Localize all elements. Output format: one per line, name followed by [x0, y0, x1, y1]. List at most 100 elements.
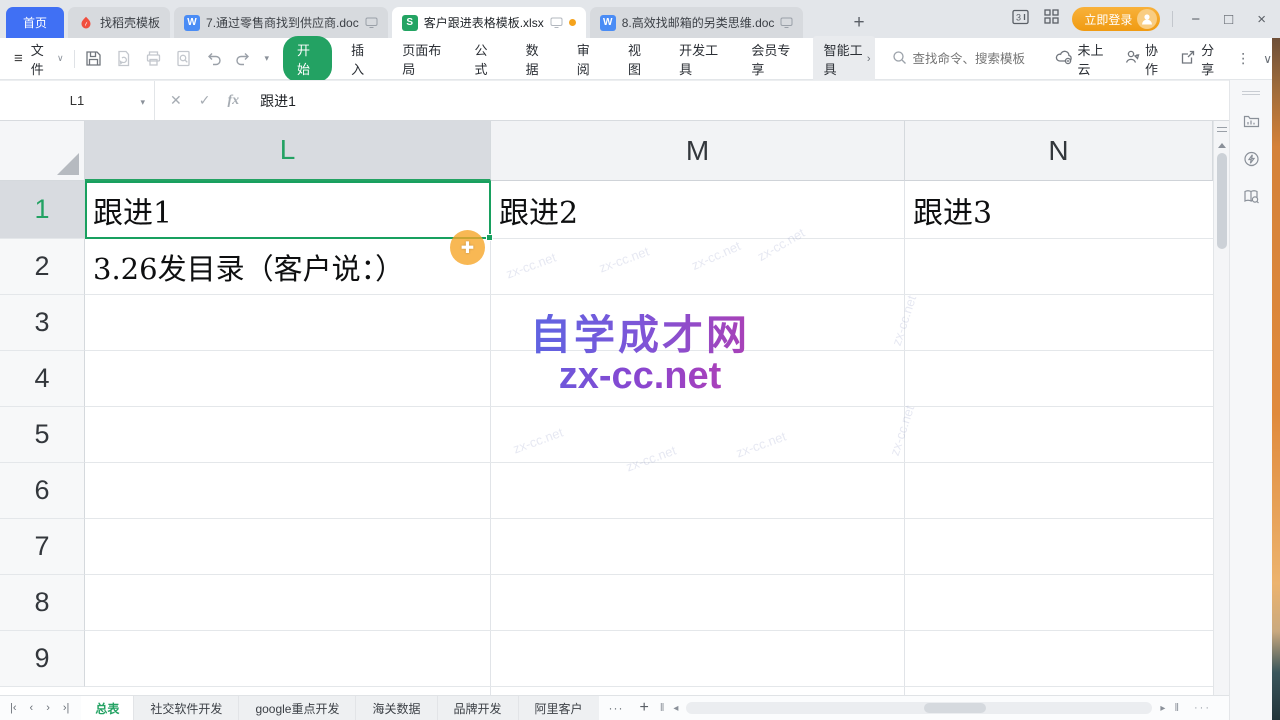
split-handle[interactable] [1217, 127, 1227, 132]
cell-M1[interactable]: 跟进2 [499, 181, 578, 239]
sheet-nav-next-icon[interactable]: › [46, 702, 50, 714]
scrollbar-grip-icon[interactable]: ‖ [1169, 702, 1184, 714]
sheet-nav-last-icon[interactable]: ›| [63, 702, 70, 714]
cloud-status[interactable]: 未上云 [1055, 40, 1111, 78]
ribbon-tab-member[interactable]: 会员专享 [740, 36, 804, 82]
ribbon-tab-dev-tools[interactable]: 开发工具 [668, 36, 732, 82]
vertical-scroll-thumb[interactable] [1217, 153, 1227, 249]
more-options-icon[interactable]: ⋮ [1236, 50, 1251, 67]
sidebar-divider [1242, 91, 1260, 95]
chart-tools-icon[interactable] [1242, 112, 1261, 131]
column-header-N[interactable]: N [905, 121, 1213, 181]
ribbon-tab-view[interactable]: 视图 [617, 36, 660, 82]
ribbon-tab-smart-tools[interactable]: 智能工具 › [813, 36, 876, 82]
tab-doc-email[interactable]: W 8.高效找邮箱的另类思维.doc [590, 7, 804, 38]
name-box-dropdown-icon[interactable]: ▾ [140, 97, 145, 108]
close-button[interactable]: × [1251, 11, 1272, 28]
app-grid-icon[interactable] [1043, 8, 1060, 30]
ribbon-tab-review[interactable]: 审阅 [566, 36, 609, 82]
sheet-tab-alibaba[interactable]: 阿里客户 [518, 696, 599, 720]
save-icon[interactable] [84, 49, 103, 68]
vertical-scrollbar[interactable] [1213, 121, 1229, 695]
collaborate-button[interactable]: 协作 [1124, 40, 1166, 78]
row-header-8[interactable]: 8 [0, 575, 85, 631]
minimize-button[interactable]: − [1185, 11, 1206, 28]
sheet-tab-google[interactable]: google重点开发 [238, 696, 355, 720]
collapse-ribbon-icon[interactable]: ∨ [1263, 52, 1272, 66]
sheet-tab-customs[interactable]: 海关数据 [355, 696, 436, 720]
sheet-tab-brand[interactable]: 品牌开发 [437, 696, 518, 720]
login-button[interactable]: 立即登录 [1072, 7, 1160, 31]
tab-docer-template[interactable]: 找稻壳模板 [68, 7, 170, 38]
scroll-right-icon[interactable]: ▸ [1156, 703, 1169, 714]
column-header-M[interactable]: M [491, 121, 905, 181]
row-header-2[interactable]: 2 [0, 239, 85, 295]
new-tab-button[interactable]: + [845, 7, 872, 38]
formula-confirm-icon[interactable]: ✓ [199, 92, 211, 109]
writer-icon: W [600, 15, 616, 31]
fill-handle[interactable] [486, 234, 493, 241]
row-header-9[interactable]: 9 [0, 631, 85, 687]
smart-assistant-icon[interactable] [1242, 150, 1261, 169]
undo-icon[interactable] [204, 49, 223, 68]
print-icon[interactable] [144, 49, 163, 68]
tab-list-icon[interactable]: 3 [1011, 8, 1031, 31]
insert-function-icon[interactable]: fx [227, 93, 239, 109]
name-box[interactable]: L1 ▾ [0, 81, 155, 120]
watermark-tile: zx-cc.net [755, 225, 808, 264]
ribbon-tab-insert[interactable]: 插入 [340, 36, 383, 82]
row-header-6[interactable]: 6 [0, 463, 85, 519]
sheet-more-icon[interactable]: ··· [599, 701, 634, 715]
ribbon-tab-page-layout[interactable]: 页面布局 [391, 36, 455, 82]
cell-N1[interactable]: 跟进3 [913, 181, 992, 239]
row-header-5[interactable]: 5 [0, 407, 85, 463]
document-search-icon[interactable] [1242, 187, 1261, 206]
search-input[interactable] [913, 52, 1041, 66]
redo-icon[interactable] [234, 49, 253, 68]
horizontal-scrollbar[interactable] [686, 702, 1152, 714]
cell-L2[interactable]: 3.26发目录（客户说：） [93, 239, 404, 295]
sheet-tab-social[interactable]: 社交软件开发 [133, 696, 238, 720]
row-header-4[interactable]: 4 [0, 351, 85, 407]
row-header-3[interactable]: 3 [0, 295, 85, 351]
formula-input[interactable]: 跟进1 [254, 81, 296, 120]
gridline [85, 462, 1213, 463]
command-search[interactable] [892, 50, 1041, 68]
avatar [1137, 9, 1157, 29]
scroll-up-icon[interactable] [1218, 143, 1226, 148]
column-header-L[interactable]: L [85, 121, 491, 181]
toolbar-dropdown-icon[interactable]: ▾ [264, 53, 269, 64]
gridline [85, 406, 1213, 407]
spreadsheet-grid[interactable]: L M N 1 2 3 4 5 6 7 8 9 zx-cc.net zx-cc.… [0, 121, 1213, 695]
ribbon-tab-formulas[interactable]: 公式 [464, 36, 507, 82]
tab-doc-supplier[interactable]: W 7.通过零售商找到供应商.doc [174, 7, 388, 38]
gridline [490, 181, 491, 695]
tab-customer-followup-active[interactable]: S 客户跟进表格模板.xlsx [392, 7, 586, 38]
tab-home[interactable]: 首页 [6, 7, 64, 38]
horizontal-scroll-thumb[interactable] [924, 703, 986, 713]
row-header-7[interactable]: 7 [0, 519, 85, 575]
sheet-nav-first-icon[interactable]: |‹ [10, 702, 17, 714]
scrollbar-grip-icon[interactable]: ‖ [655, 702, 670, 714]
row-header-1[interactable]: 1 [0, 181, 85, 239]
ribbon-tab-data[interactable]: 数据 [515, 36, 558, 82]
person-icon [1124, 49, 1140, 68]
file-menu[interactable]: 文件 ∨ [31, 40, 64, 78]
hamburger-menu-icon[interactable]: ≡ [14, 50, 23, 67]
maximize-button[interactable]: □ [1218, 11, 1239, 28]
active-cell-selection [85, 181, 491, 239]
share-button[interactable]: 分享 [1180, 40, 1222, 78]
ribbon-tab-home[interactable]: 开始 [283, 36, 332, 82]
formula-cancel-icon[interactable]: ✕ [170, 92, 182, 109]
tab-preview-icon [365, 17, 378, 29]
print-preview-icon[interactable] [174, 49, 193, 68]
export-pdf-icon[interactable] [114, 49, 133, 68]
background-window-edge [1272, 38, 1280, 720]
sheet-tab-summary[interactable]: 总表 [81, 696, 133, 720]
sheet-nav-prev-icon[interactable]: ‹ [30, 702, 34, 714]
scroll-left-icon[interactable]: ◂ [669, 703, 682, 714]
select-all-corner[interactable] [0, 121, 85, 181]
add-sheet-button[interactable]: + [634, 699, 655, 717]
watermark-tile: zx-cc.net [734, 429, 788, 461]
gridline [85, 518, 1213, 519]
